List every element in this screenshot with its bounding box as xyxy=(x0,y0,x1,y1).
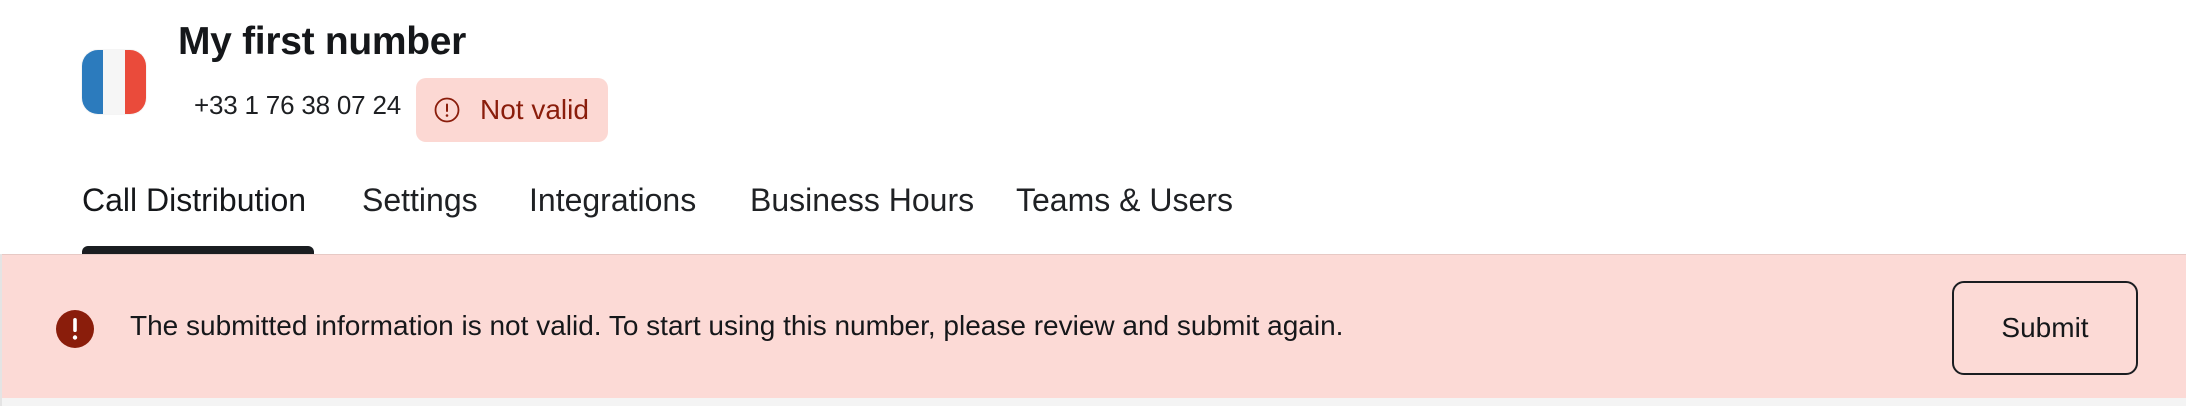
number-header: My first number +33 1 76 38 07 24 Not va… xyxy=(0,0,2186,256)
france-flag-icon xyxy=(82,50,146,114)
alert-circle-outline-icon xyxy=(434,97,460,123)
tab-business-hours[interactable]: Business Hours xyxy=(750,182,974,219)
tab-call-distribution[interactable]: Call Distribution xyxy=(82,182,306,219)
submit-button[interactable]: Submit xyxy=(1952,281,2138,375)
tab-settings[interactable]: Settings xyxy=(362,182,478,219)
status-badge: Not valid xyxy=(416,78,608,142)
error-banner: The submitted information is not valid. … xyxy=(2,254,2186,399)
content-area-top xyxy=(2,398,2186,406)
alert-circle-filled-icon xyxy=(56,310,94,348)
phone-number: +33 1 76 38 07 24 xyxy=(194,90,401,120)
tab-teams-users[interactable]: Teams & Users xyxy=(1016,182,1233,219)
error-banner-message: The submitted information is not valid. … xyxy=(130,310,1344,341)
status-badge-label: Not valid xyxy=(480,94,589,125)
page-title: My first number xyxy=(178,20,467,63)
tab-integrations[interactable]: Integrations xyxy=(529,182,696,219)
tab-bar: Call Distribution Settings Integrations … xyxy=(0,170,2186,256)
